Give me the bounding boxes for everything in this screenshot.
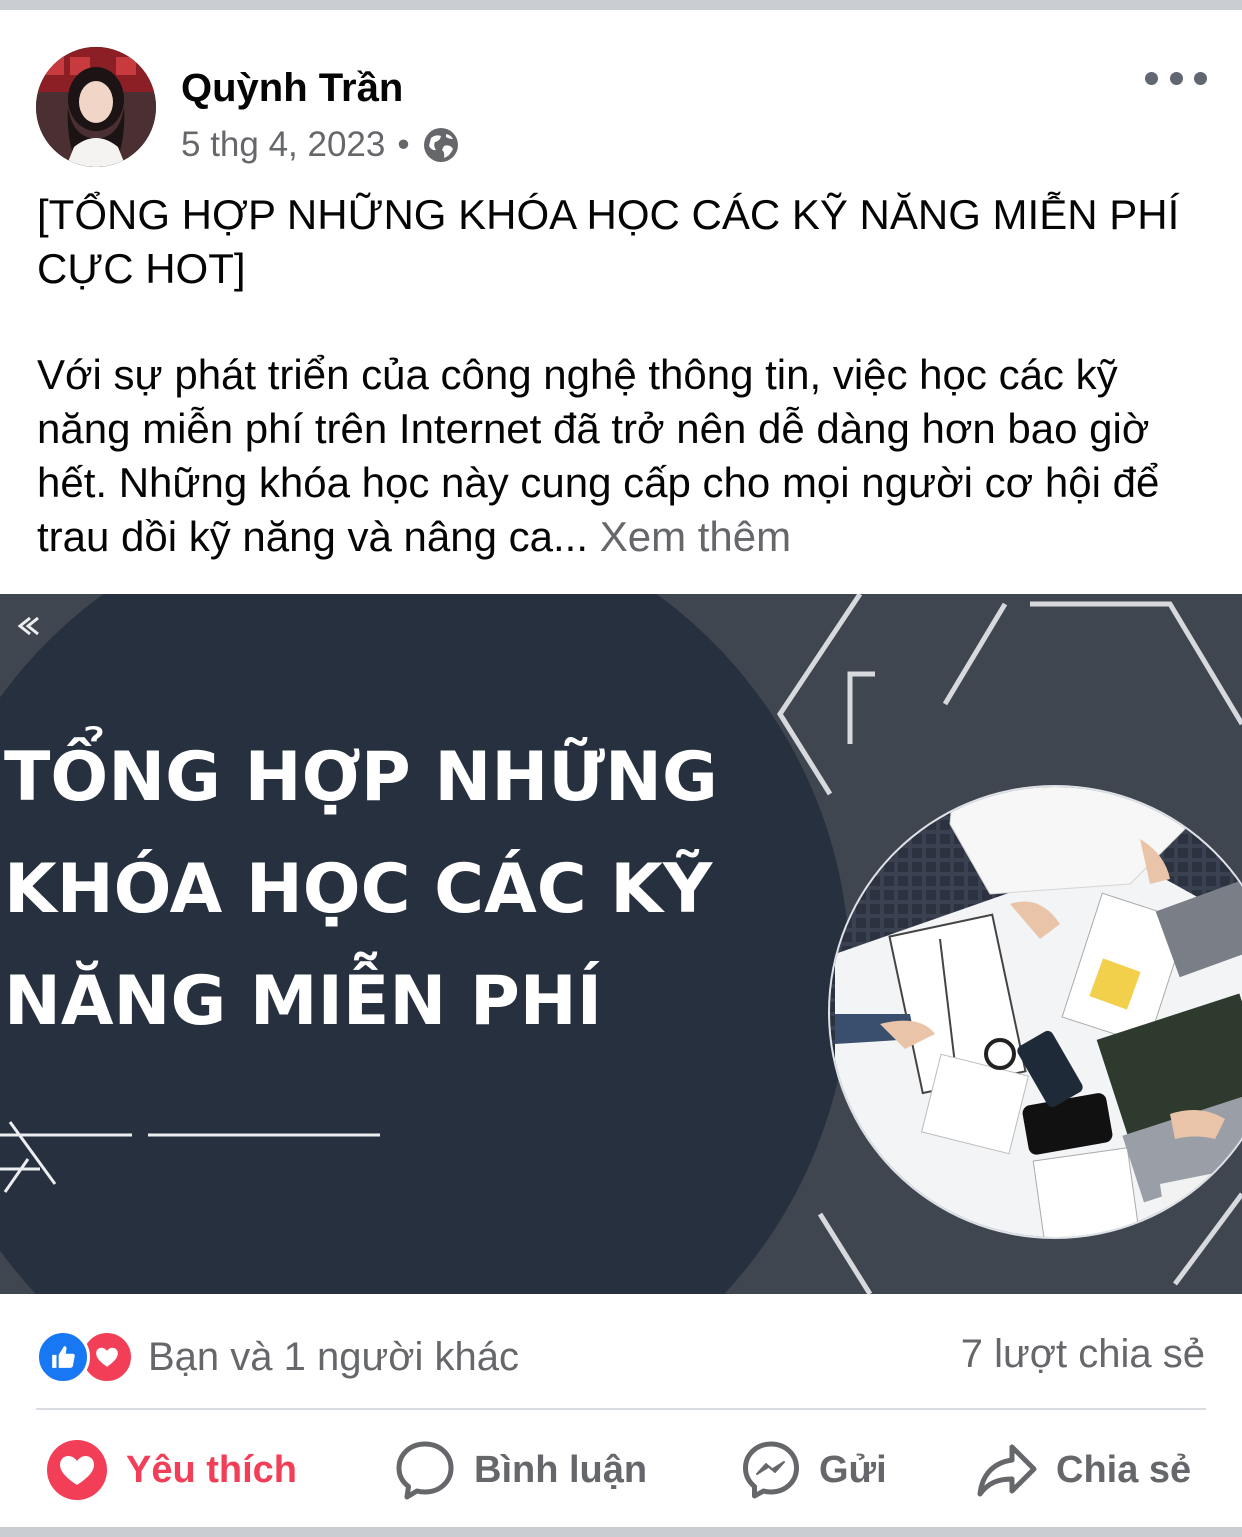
image-heading: TỔNG HỢP NHỮNG KHÓA HỌC CÁC KỸ NĂNG MIỄN…	[4, 722, 824, 1058]
image-heading-line-3: NĂNG MIỄN PHÍ	[4, 962, 602, 1041]
image-heading-line-2: KHÓA HỌC CÁC KỸ	[4, 850, 713, 929]
meta-separator: •	[397, 125, 410, 164]
bottom-separator	[0, 1527, 1242, 1537]
send-button-label: Gửi	[819, 1448, 887, 1491]
post-body: Với sự phát triển của công nghệ thông ti…	[37, 348, 1217, 564]
messenger-icon	[743, 1441, 799, 1499]
send-button[interactable]: Gửi	[741, 1436, 887, 1504]
image-heading-line-1: TỔNG HỢP NHỮNG	[4, 738, 718, 817]
globe-icon	[422, 126, 460, 164]
divider	[36, 1408, 1206, 1410]
share-button-label: Chia sẻ	[1056, 1448, 1192, 1491]
shares-count[interactable]: 7 lượt chia sẻ	[961, 1330, 1205, 1378]
avatar[interactable]	[36, 47, 156, 167]
like-button-label: Yêu thích	[126, 1448, 298, 1491]
comment-button[interactable]: Bình luận	[394, 1436, 647, 1504]
post-image[interactable]: TỔNG HỢP NHỮNG KHÓA HỌC CÁC KỸ NĂNG MIỄN…	[0, 594, 1242, 1294]
share-button[interactable]: Chia sẻ	[976, 1436, 1191, 1504]
share-icon	[977, 1444, 1037, 1497]
action-bar: Yêu thích Bình luận Gửi Chia sẻ	[0, 1436, 1242, 1504]
author-name[interactable]: Quỳnh Trần	[181, 64, 403, 112]
more-options-icon[interactable]	[1145, 60, 1207, 96]
post-title: [TỔNG HỢP NHỮNG KHÓA HỌC CÁC KỸ NĂNG MIỄ…	[37, 191, 1180, 292]
comment-button-label: Bình luận	[474, 1448, 648, 1491]
post-body-text: Với sự phát triển của công nghệ thông ti…	[37, 351, 1160, 560]
reactions-text: Bạn và 1 người khác	[148, 1335, 519, 1379]
top-separator	[0, 0, 1242, 10]
see-more-link[interactable]: Xem thêm	[600, 513, 791, 560]
like-icon	[36, 1330, 90, 1384]
heart-icon	[47, 1440, 107, 1500]
post-date[interactable]: 5 thg 4, 2023	[181, 124, 385, 166]
post-meta: 5 thg 4, 2023 •	[181, 124, 460, 166]
reactions-summary[interactable]: Bạn và 1 người khác	[36, 1330, 519, 1384]
like-button[interactable]: Yêu thích	[46, 1436, 297, 1504]
comment-icon	[396, 1441, 454, 1500]
